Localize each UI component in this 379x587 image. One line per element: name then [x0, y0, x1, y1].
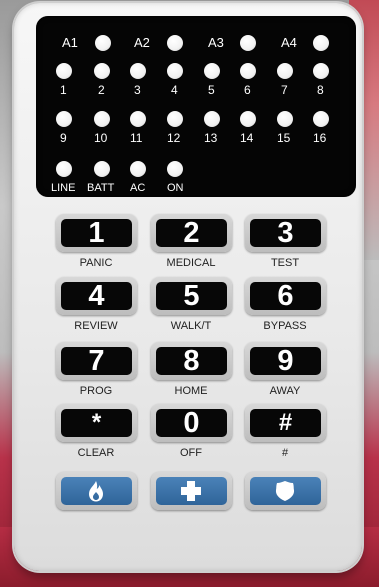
key-5-label: 5	[156, 282, 227, 311]
zone-led-14	[240, 111, 256, 127]
zone-led-9	[56, 111, 72, 127]
key-4[interactable]: 4	[56, 277, 137, 315]
fire-icon	[89, 481, 103, 502]
zone-led-8	[313, 63, 329, 79]
fire-button-face	[61, 477, 132, 505]
medical-cross-icon	[181, 481, 201, 501]
status-label-batt: BATT	[87, 182, 115, 194]
status-display: A1 A2 A3 A4 1 2 3 4 5 6 7 8 9 10 11 12 1…	[36, 16, 356, 197]
fire-emergency-button[interactable]	[56, 472, 137, 510]
zone-label-7: 7	[281, 83, 288, 97]
zone-led-7	[277, 63, 293, 79]
key-7-caption: PROG	[79, 385, 113, 397]
key-5[interactable]: 5	[151, 277, 232, 315]
key-9-caption: AWAY	[269, 385, 301, 397]
key-7-label: 7	[61, 347, 132, 376]
zone-led-5	[204, 63, 220, 79]
zone-led-2	[94, 63, 110, 79]
zone-led-1	[56, 63, 72, 79]
zone-led-15	[277, 111, 293, 127]
area-led-a2	[167, 35, 183, 51]
status-led-line	[56, 161, 72, 177]
police-button-face	[250, 477, 321, 505]
zone-led-6	[240, 63, 256, 79]
zone-label-11: 11	[130, 131, 143, 145]
key-9-label: 9	[250, 347, 321, 376]
zone-label-12: 12	[167, 131, 181, 145]
status-label-line: LINE	[51, 182, 76, 194]
key-star-label: *	[61, 409, 132, 437]
zone-led-4	[167, 63, 183, 79]
zone-led-16	[313, 111, 329, 127]
zone-led-13	[204, 111, 220, 127]
key-1-label: 1	[61, 219, 132, 248]
status-label-ac: AC	[130, 182, 146, 194]
key-7[interactable]: 7	[56, 342, 137, 380]
key-4-label: 4	[61, 282, 132, 311]
police-badge-icon	[275, 481, 295, 501]
area-led-a4	[313, 35, 329, 51]
key-3-caption: TEST	[270, 257, 300, 269]
key-8-caption: HOME	[174, 385, 208, 397]
status-led-batt	[94, 161, 110, 177]
zone-label-1: 1	[60, 83, 67, 97]
key-1[interactable]: 1	[56, 214, 137, 252]
key-3-label: 3	[250, 219, 321, 248]
key-star[interactable]: *	[56, 404, 137, 442]
key-0[interactable]: 0	[151, 404, 232, 442]
zone-label-13: 13	[204, 131, 218, 145]
zone-label-9: 9	[60, 131, 67, 145]
key-8[interactable]: 8	[151, 342, 232, 380]
zone-label-6: 6	[244, 83, 251, 97]
key-4-caption: REVIEW	[74, 320, 118, 332]
key-1-caption: PANIC	[79, 257, 113, 269]
police-emergency-button[interactable]	[245, 472, 326, 510]
key-star-caption: CLEAR	[77, 447, 115, 459]
area-label-a4: A4	[281, 35, 297, 50]
zone-label-15: 15	[277, 131, 291, 145]
key-6-label: 6	[250, 282, 321, 311]
area-label-a3: A3	[208, 35, 224, 50]
zone-label-8: 8	[317, 83, 324, 97]
key-2-caption: MEDICAL	[166, 257, 216, 269]
area-label-a1: A1	[62, 35, 78, 50]
zone-label-2: 2	[98, 83, 105, 97]
key-6[interactable]: 6	[245, 277, 326, 315]
key-6-caption: BYPASS	[263, 320, 307, 332]
key-hash-caption: #	[281, 447, 289, 459]
zone-led-3	[130, 63, 146, 79]
key-2[interactable]: 2	[151, 214, 232, 252]
zone-led-12	[167, 111, 183, 127]
key-5-caption: WALK/T	[170, 320, 212, 332]
zone-label-10: 10	[94, 131, 108, 145]
area-label-a2: A2	[134, 35, 150, 50]
key-3[interactable]: 3	[245, 214, 326, 252]
key-9[interactable]: 9	[245, 342, 326, 380]
area-led-a1	[95, 35, 111, 51]
zone-label-5: 5	[208, 83, 215, 97]
zone-led-10	[94, 111, 110, 127]
status-led-on	[167, 161, 183, 177]
zone-label-14: 14	[240, 131, 254, 145]
zone-label-16: 16	[313, 131, 327, 145]
key-2-label: 2	[156, 219, 227, 248]
zone-label-3: 3	[134, 83, 141, 97]
medical-button-face	[156, 477, 227, 505]
status-led-ac	[130, 161, 146, 177]
key-hash[interactable]: #	[245, 404, 326, 442]
status-label-on: ON	[167, 182, 184, 194]
key-hash-label: #	[250, 409, 321, 437]
key-0-caption: OFF	[180, 447, 202, 459]
area-led-a3	[240, 35, 256, 51]
key-0-label: 0	[156, 409, 227, 438]
zone-led-11	[130, 111, 146, 127]
medical-emergency-button[interactable]	[151, 472, 232, 510]
key-8-label: 8	[156, 347, 227, 376]
zone-label-4: 4	[171, 83, 178, 97]
